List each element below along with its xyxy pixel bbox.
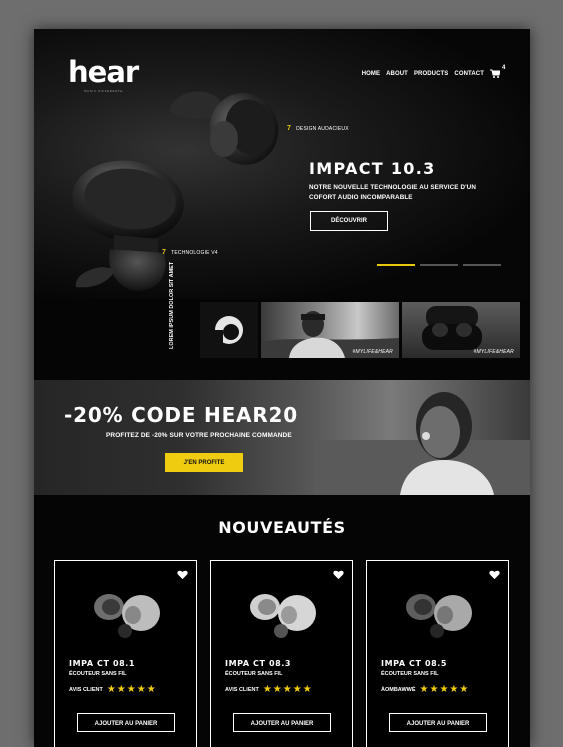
product-rating: AVIS CLIENT ★★★★★	[69, 685, 157, 695]
gallery-tile-case[interactable]: #MYLIFE&HEAR	[402, 302, 520, 358]
promo-subtitle: PROFITEZ DE -20% SUR VOTRE PROCHAINE COM…	[106, 432, 292, 439]
landing-page: 7 DESIGN AUDACIEUX 7 TECHNOLOGIE V4 IMPACT…	[34, 29, 530, 747]
callout-label: TECHNOLOGIE V4	[171, 250, 218, 256]
brand-logo[interactable]: hear	[68, 57, 139, 87]
add-to-cart-button[interactable]: AJOUTER AU PANIER	[77, 713, 175, 732]
carousel-dot[interactable]	[463, 264, 501, 266]
cart-icon[interactable]: 4	[490, 65, 505, 78]
product-card[interactable]: IMPA CT 08.1 ÉCOUTEUR SANS FIL AVIS CLIE…	[54, 560, 197, 747]
star-rating-icon: ★★★★★	[106, 684, 157, 695]
claim-offer-button[interactable]: J'EN PROFITE	[165, 453, 243, 472]
rating-label: ÀOMBAWWÉ	[381, 687, 416, 693]
nav-about[interactable]: ABOUT	[386, 71, 408, 77]
product-image	[250, 594, 316, 638]
main-nav: HOME ABOUT PRODUCTS CONTACT 4	[362, 65, 505, 78]
promo-title: -20% CODE HEAR20	[64, 403, 298, 427]
gallery-hashtag: #MYLIFE&HEAR	[352, 349, 393, 355]
nav-contact[interactable]: CONTACT	[454, 71, 484, 77]
gallery-tile-logo[interactable]	[200, 302, 258, 358]
star-rating-icon: ★★★★★	[262, 684, 313, 695]
brand-mark-icon	[215, 316, 243, 346]
product-rating: ÀOMBAWWÉ ★★★★★	[381, 685, 469, 695]
callout-label: DESIGN AUDACIEUX	[296, 126, 349, 132]
gallery-tile-runner[interactable]: #MYLIFE&HEAR	[261, 302, 399, 358]
product-description: ÉCOUTEUR SANS FIL	[69, 671, 127, 677]
product-card[interactable]: IMPA CT 08.5 ÉCOUTEUR SANS FIL ÀOMBAWWÉ …	[366, 560, 509, 747]
product-name: IMPA CT 08.3	[225, 659, 292, 668]
callout-number: 7	[287, 125, 292, 132]
promo-banner: -20% CODE HEAR20 PROFITEZ DE -20% SUR VO…	[34, 380, 530, 495]
hero-subtitle: NOTRE NOUVELLE TECHNOLOGIE AU SERVICE D'…	[309, 184, 476, 201]
product-image	[94, 594, 160, 638]
earbud-image-bottom	[72, 160, 184, 291]
product-name: IMPA CT 08.5	[381, 659, 448, 668]
product-rating: AVIS CLIENT ★★★★★	[225, 685, 313, 695]
callout-technology: 7 TECHNOLOGIE V4	[162, 249, 218, 256]
rating-label: AVIS CLIENT	[225, 687, 259, 693]
carousel-dot[interactable]	[420, 264, 458, 266]
promo-man-photo	[314, 392, 530, 495]
carousel-dot[interactable]	[377, 264, 415, 266]
heart-icon[interactable]	[177, 570, 188, 580]
brand-tagline: MUSIC DIFFERENTE	[84, 89, 123, 93]
heart-icon[interactable]	[489, 570, 500, 580]
carousel-indicators	[377, 264, 501, 266]
product-card[interactable]: IMPA CT 08.3 ÉCOUTEUR SANS FIL AVIS CLIE…	[210, 560, 353, 747]
star-rating-icon: ★★★★★	[419, 684, 470, 695]
product-description: ÉCOUTEUR SANS FIL	[381, 671, 439, 677]
product-name: IMPA CT 08.1	[69, 659, 136, 668]
add-to-cart-button[interactable]: AJOUTER AU PANIER	[389, 713, 487, 732]
new-products-title: NOUVEAUTÉS	[218, 518, 346, 537]
heart-icon[interactable]	[333, 570, 344, 580]
cart-badge: 4	[502, 65, 506, 71]
nav-home[interactable]: HOME	[362, 71, 380, 77]
nav-products[interactable]: PRODUCTS	[414, 71, 448, 77]
callout-design: 7 DESIGN AUDACIEUX	[287, 125, 349, 132]
discover-button[interactable]: DÉCOUVRIR	[310, 211, 388, 231]
add-to-cart-button[interactable]: AJOUTER AU PANIER	[233, 713, 331, 732]
gallery-hashtag: #MYLIFE&HEAR	[473, 349, 514, 355]
hero-title: IMPACT 10.3	[309, 159, 436, 178]
product-description: ÉCOUTEUR SANS FIL	[225, 671, 283, 677]
callout-number: 7	[162, 249, 167, 256]
product-image	[406, 594, 472, 638]
rating-label: AVIS CLIENT	[69, 687, 103, 693]
